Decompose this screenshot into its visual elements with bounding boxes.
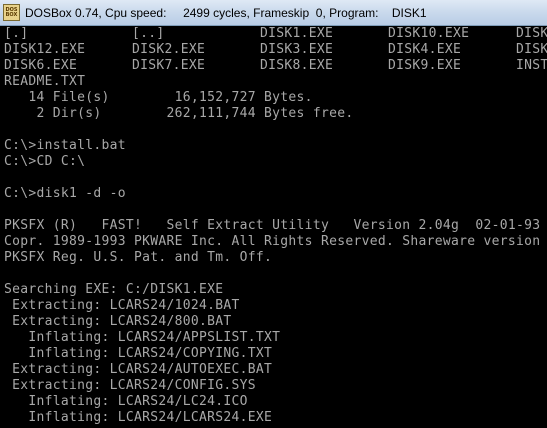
dir-entry: DISK2.EXE [132, 42, 206, 57]
console-line: Inflating: LCARS24/COPYING.TXT [4, 346, 273, 361]
dir-listing-row: DISK6.EXE DISK7.EXE DISK8.EXE DISK9.EXE … [4, 58, 547, 74]
console-line: Copr. 1989-1993 PKWARE Inc. All Rights R… [4, 234, 541, 249]
dir-listing-row: README.TXT [4, 74, 85, 90]
console-line: Extracting: LCARS24/AUTOEXEC.BAT [4, 362, 273, 377]
console-line: C:\>CD C:\ [4, 154, 86, 169]
dir-entry: INST [516, 58, 547, 73]
dir-entry: DISK10.EXE [388, 26, 470, 41]
window-title: DOSBox 0.74, Cpu speed: 2499 cycles, Fra… [25, 5, 427, 20]
dir-entry: DISK4.EXE [388, 42, 462, 57]
console-line: Searching EXE: C:/DISK1.EXE [4, 282, 224, 297]
dir-entry: DISK [516, 42, 547, 57]
console-line: Extracting: LCARS24/800.BAT [4, 314, 232, 329]
dir-entry: DISK [516, 26, 547, 41]
dos-console[interactable]: [.] [..] DISK1.EXE DISK10.EXE DISK DISK1… [0, 26, 547, 428]
console-line: Extracting: LCARS24/CONFIG.SYS [4, 378, 256, 393]
console-line: Extracting: LCARS24/1024.BAT [4, 298, 240, 313]
dir-entry: DISK6.EXE [4, 58, 78, 73]
dir-entry: DISK1.EXE [260, 26, 334, 41]
dir-entry: DISK9.EXE [388, 58, 462, 73]
console-line: C:\>disk1 -d -o [4, 186, 126, 201]
console-line: Inflating: LCARS24/APPSLIST.TXT [4, 330, 281, 345]
console-line: Inflating: LCARS24/LC24.ICO [4, 394, 248, 409]
console-line: C:\>install.bat [4, 138, 126, 153]
console-line: PKSFX Reg. U.S. Pat. and Tm. Off. [4, 250, 273, 265]
dir-entry: DISK8.EXE [260, 58, 334, 73]
console-line: PKSFX (R) FAST! Self Extract Utility Ver… [4, 218, 541, 233]
dir-entry: [..] [132, 26, 165, 41]
dosbox-icon[interactable]: DOS BOX [3, 4, 20, 21]
title-bar[interactable]: DOS BOX DOSBox 0.74, Cpu speed: 2499 cyc… [0, 0, 547, 26]
dir-entry: [.] [4, 26, 29, 41]
dir-listing-row: DISK12.EXE DISK2.EXE DISK3.EXE DISK4.EXE… [4, 42, 547, 58]
dir-entry: DISK3.EXE [260, 42, 334, 57]
files-summary: 14 File(s) 16,152,727 Bytes. [4, 90, 313, 105]
dir-entry: DISK7.EXE [132, 58, 206, 73]
dir-listing-row: [.] [..] DISK1.EXE DISK10.EXE DISK [4, 26, 547, 42]
console-line: Inflating: LCARS24/LCARS24.EXE [4, 410, 273, 425]
dir-entry: DISK12.EXE [4, 42, 86, 57]
dir-entry: README.TXT [4, 74, 86, 89]
dirs-summary: 2 Dir(s) 262,111,744 Bytes free. [4, 106, 354, 121]
